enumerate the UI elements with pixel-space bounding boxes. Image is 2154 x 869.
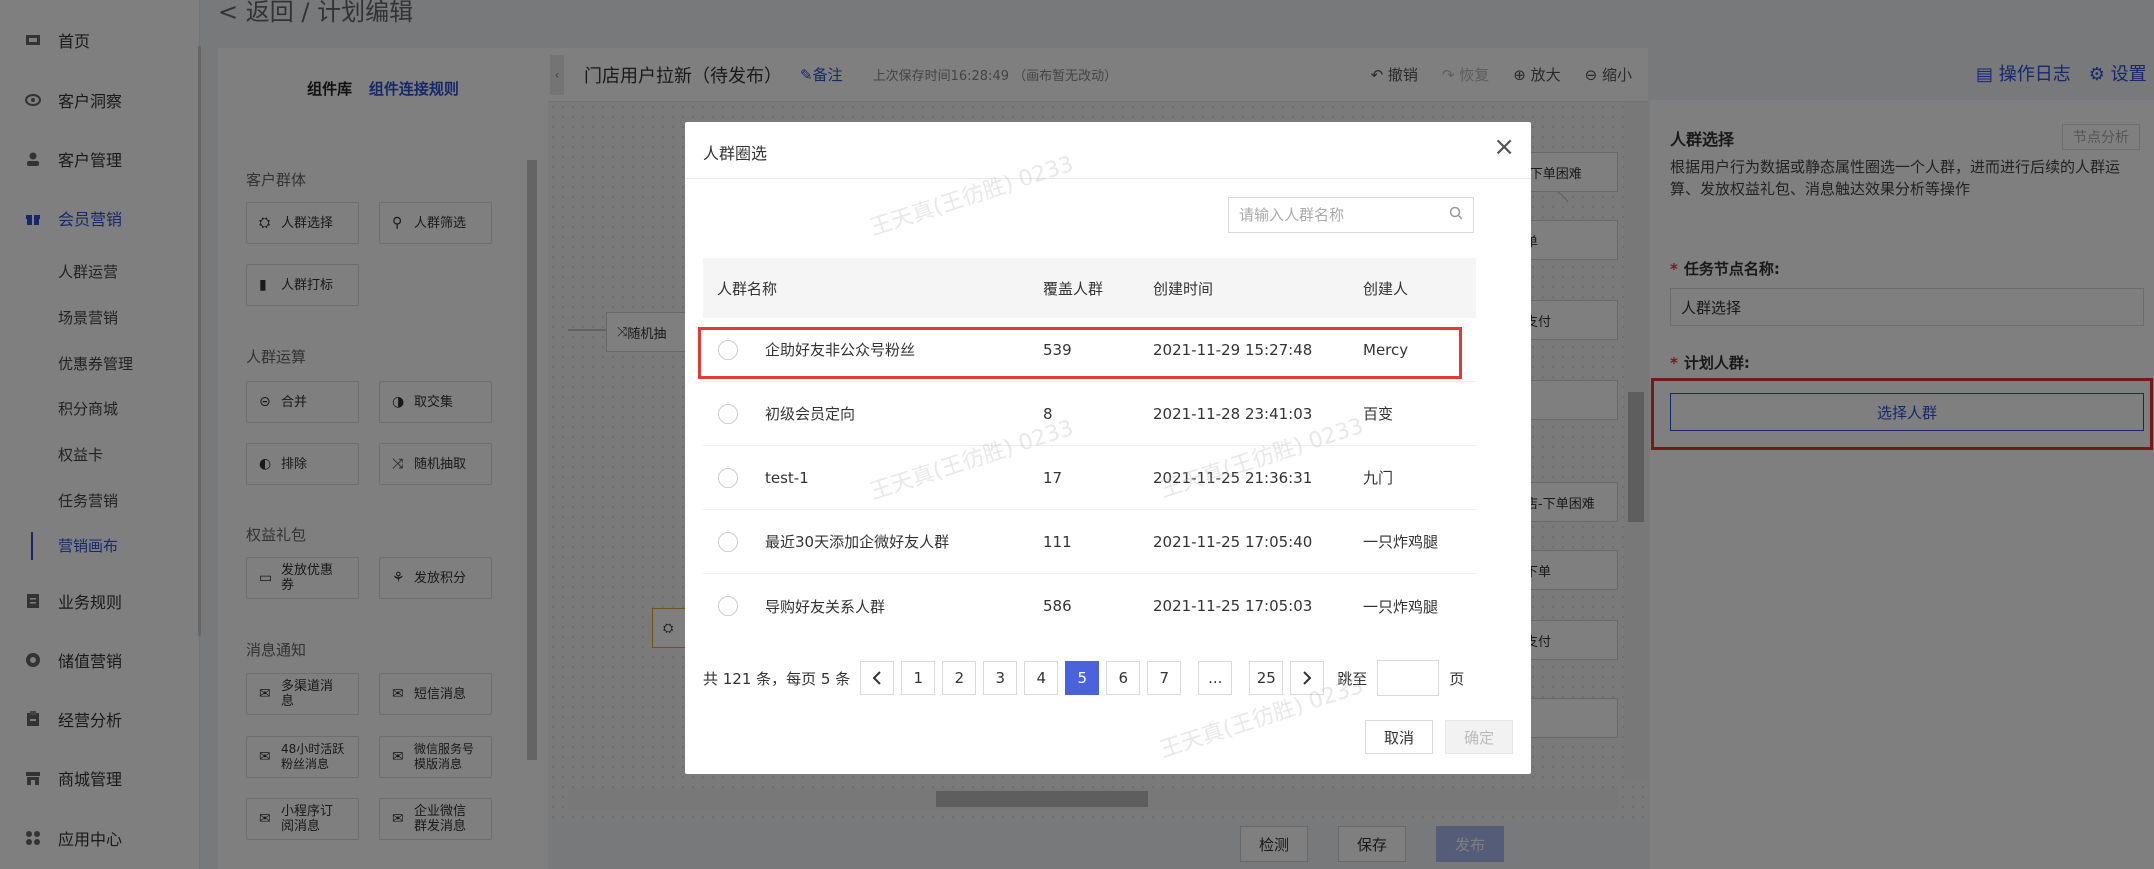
cell-name: 导购好友关系人群 [765, 597, 886, 616]
modal-title: 人群圈选 [703, 144, 768, 163]
cell-creator: 一只炸鸡腿 [1363, 533, 1439, 551]
col-name: 人群名称 [717, 279, 778, 298]
cell-name: test-1 [765, 468, 809, 487]
modal-actions: 取消 确定 [1364, 720, 1513, 754]
pager-total: 共 121 条，每页 5 条 [703, 669, 851, 688]
page-5[interactable]: 5 [1065, 661, 1100, 695]
crowd-select-modal: 人群圈选 × 人群名称 覆盖人群 创建时间 创建人 企助好友非公众号粉丝 539… [685, 122, 1531, 774]
cell-coverage: 8 [1043, 404, 1053, 423]
cell-creator: 一只炸鸡腿 [1363, 597, 1439, 616]
page-1[interactable]: 1 [901, 661, 936, 695]
page-7[interactable]: 7 [1147, 661, 1182, 695]
table-header: 人群名称 覆盖人群 创建时间 创建人 [703, 258, 1476, 318]
cancel-button[interactable]: 取消 [1364, 720, 1433, 754]
next-page-button[interactable] [1290, 661, 1325, 695]
cell-creator: 九门 [1363, 469, 1394, 487]
table-row[interactable]: 初级会员定向 8 2021-11-28 23:41:03 百变 [703, 382, 1476, 446]
prev-page-button[interactable] [860, 661, 895, 695]
jump-label: 跳至 [1337, 669, 1368, 688]
cell-creator: 百变 [1363, 405, 1394, 423]
page-3[interactable]: 3 [983, 661, 1018, 695]
highlight-selected-row [698, 327, 1462, 379]
crowd-search-input[interactable] [1239, 206, 1449, 224]
search-icon[interactable] [1449, 206, 1463, 224]
close-icon[interactable]: × [1493, 132, 1515, 162]
pagination: 共 121 条，每页 5 条 1 2 3 4 5 6 7 ... 25 跳至 页 [703, 660, 1464, 696]
table-row[interactable]: test-1 17 2021-11-25 21:36:31 九门 [703, 446, 1476, 510]
row-radio[interactable] [718, 531, 738, 552]
cell-name: 最近30天添加企微好友人群 [765, 533, 950, 551]
cell-created: 2021-11-25 17:05:03 [1153, 597, 1313, 615]
cell-coverage: 17 [1043, 468, 1063, 487]
table-row[interactable]: 导购好友关系人群 586 2021-11-25 17:05:03 一只炸鸡腿 [703, 574, 1476, 638]
crowd-table: 人群名称 覆盖人群 创建时间 创建人 企助好友非公众号粉丝 539 2021-1… [703, 258, 1476, 638]
jump-page-input[interactable] [1377, 660, 1440, 696]
page-ellipsis[interactable]: ... [1198, 661, 1233, 695]
col-creator: 创建人 [1363, 279, 1409, 298]
crowd-search-box [1228, 197, 1474, 233]
modal-divider [685, 178, 1531, 179]
chevron-right-icon [1303, 671, 1312, 685]
cell-coverage: 586 [1043, 597, 1072, 615]
row-radio[interactable] [718, 596, 738, 616]
cell-name: 初级会员定向 [765, 405, 856, 423]
cell-created: 2021-11-28 23:41:03 [1153, 404, 1313, 423]
chevron-left-icon [872, 671, 881, 685]
page-4[interactable]: 4 [1024, 661, 1059, 695]
page-last[interactable]: 25 [1249, 661, 1284, 695]
page-6[interactable]: 6 [1106, 661, 1141, 695]
row-radio[interactable] [718, 403, 738, 424]
row-radio[interactable] [718, 467, 738, 488]
table-row[interactable]: 最近30天添加企微好友人群 111 2021-11-25 17:05:40 一只… [703, 510, 1476, 574]
confirm-button[interactable]: 确定 [1444, 720, 1513, 754]
page-2[interactable]: 2 [942, 661, 977, 695]
cell-created: 2021-11-25 17:05:40 [1153, 532, 1313, 551]
page-unit: 页 [1449, 669, 1465, 688]
cell-created: 2021-11-25 21:36:31 [1153, 468, 1313, 487]
col-created: 创建时间 [1153, 279, 1214, 298]
col-coverage: 覆盖人群 [1043, 279, 1104, 298]
watermark: 王天真(王彷胜) 0233 [867, 151, 1077, 242]
cell-coverage: 111 [1043, 532, 1072, 551]
